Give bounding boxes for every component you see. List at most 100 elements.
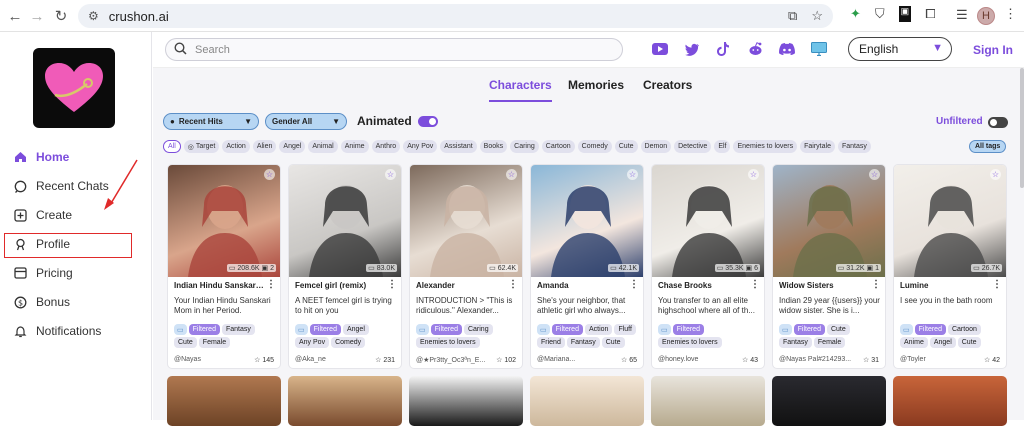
character-tag[interactable]: Cute: [174, 337, 197, 348]
search-input[interactable]: Search: [165, 38, 623, 61]
favorite-star-icon[interactable]: ☆: [748, 169, 759, 180]
sign-in-button[interactable]: Sign In: [973, 43, 1013, 57]
character-tag[interactable]: Fantasy: [566, 337, 600, 348]
tab-memories[interactable]: Memories: [568, 78, 624, 92]
filtered-badge[interactable]: Filtered: [430, 324, 462, 335]
character-card-image[interactable]: [893, 376, 1007, 426]
character-tag[interactable]: Anime: [900, 337, 928, 348]
more-options-icon[interactable]: ⋮: [750, 279, 760, 290]
tag-filter[interactable]: Detective: [674, 140, 712, 153]
character-tag[interactable]: Female: [198, 337, 231, 348]
address-bar[interactable]: ⚙ crushon.ai ⧉ ☆: [78, 4, 833, 28]
character-card[interactable]: ☆ ▭ 31.2K ▣ 1 Widow Sisters ⋮ Indian 29 year…: [772, 164, 886, 369]
tag-filter[interactable]: Anime: [340, 140, 369, 153]
tag-filter[interactable]: Cute: [614, 140, 638, 153]
tag-filter[interactable]: Caring: [510, 140, 539, 153]
reddit-icon[interactable]: [746, 40, 764, 58]
character-tag[interactable]: Cute: [957, 337, 981, 348]
tag-filter[interactable]: Comedy: [577, 140, 612, 153]
character-image[interactable]: [531, 165, 643, 277]
install-app-icon[interactable]: ⧉: [788, 8, 797, 24]
filtered-badge[interactable]: Filtered: [551, 324, 583, 335]
desktop-app-icon[interactable]: [810, 40, 828, 58]
extension-sparkle-icon[interactable]: ✦: [850, 6, 861, 22]
filtered-badge[interactable]: Filtered: [309, 324, 341, 335]
favorite-star-icon[interactable]: ☆: [385, 169, 396, 180]
more-options-icon[interactable]: ⋮: [508, 279, 518, 290]
favorite-star-icon[interactable]: ☆: [627, 169, 638, 180]
more-options-icon[interactable]: ⋮: [266, 279, 276, 290]
filtered-badge[interactable]: Filtered: [672, 324, 704, 335]
author-link[interactable]: @Nayas Pal#214293...: [779, 356, 851, 363]
tag-filter[interactable]: Animal: [308, 140, 338, 153]
tag-filter[interactable]: ◎ Target: [183, 140, 220, 153]
character-image[interactable]: [652, 165, 764, 277]
tab-characters[interactable]: Characters: [489, 78, 552, 102]
discord-icon[interactable]: [778, 40, 796, 58]
tag-filter[interactable]: Any Pov: [403, 140, 438, 153]
more-options-icon[interactable]: ⋮: [992, 279, 1002, 290]
character-image[interactable]: [168, 165, 280, 277]
youtube-icon[interactable]: [651, 40, 669, 58]
character-tag[interactable]: Angel: [929, 337, 956, 348]
character-image[interactable]: [410, 165, 522, 277]
author-link[interactable]: @Aka_ne: [295, 356, 326, 363]
character-card-image[interactable]: [167, 376, 281, 426]
character-card[interactable]: ☆ ▭ 35.3K ▣ 6 Chase Brooks ⋮ You transfer to…: [651, 164, 765, 369]
profile-avatar[interactable]: H: [977, 7, 995, 25]
tag-filter[interactable]: All: [163, 140, 181, 153]
bookmark-star-icon[interactable]: ☆: [811, 8, 823, 24]
tag-filter[interactable]: Demon: [640, 140, 672, 153]
character-tag[interactable]: Cartoon: [947, 324, 981, 335]
favorite-star-icon[interactable]: ☆: [869, 169, 880, 180]
character-tag[interactable]: Any Pov: [295, 337, 330, 348]
more-options-icon[interactable]: ⋮: [629, 279, 639, 290]
character-card[interactable]: ☆ ▭ 42.1K Amanda ⋮ She's your neighbor, that…: [530, 164, 644, 369]
character-card[interactable]: ☆ ▭ 83.0K Femcel girl (remix) ⋮ A NEET femce…: [288, 164, 402, 369]
character-tag[interactable]: Action: [584, 324, 613, 335]
favorite-star-icon[interactable]: ☆: [506, 169, 517, 180]
sort-select[interactable]: ● Recent Hits ▼: [163, 112, 259, 130]
character-card-image[interactable]: [409, 376, 523, 426]
character-card-image[interactable]: [651, 376, 765, 426]
author-link[interactable]: @Mariana...: [537, 356, 575, 363]
animated-toggle[interactable]: [417, 115, 438, 127]
character-image[interactable]: [289, 165, 401, 277]
favorite-star-icon[interactable]: ☆: [990, 169, 1001, 180]
character-card-image[interactable]: [530, 376, 644, 426]
author-link[interactable]: @Nayas: [174, 356, 201, 363]
tag-filter[interactable]: Books: [479, 140, 508, 153]
gender-select[interactable]: Gender All ▼: [265, 112, 347, 130]
unfiltered-toggle[interactable]: [988, 117, 1008, 128]
character-tag[interactable]: Friend: [537, 337, 565, 348]
character-tag[interactable]: Enemies to lovers: [416, 337, 480, 348]
character-image[interactable]: [773, 165, 885, 277]
tiktok-icon[interactable]: [714, 40, 732, 58]
tab-creators[interactable]: Creators: [643, 78, 692, 92]
tag-filter[interactable]: Elf: [714, 140, 731, 153]
filtered-badge[interactable]: Filtered: [793, 324, 825, 335]
character-image[interactable]: [894, 165, 1006, 277]
character-card[interactable]: ☆ ▭ 62.4K Alexander ⋮ INTRODUCTION > "This i…: [409, 164, 523, 369]
favorite-star-icon[interactable]: ☆: [264, 169, 275, 180]
tag-filter[interactable]: Assistant: [440, 140, 477, 153]
character-tag[interactable]: Caring: [463, 324, 493, 335]
author-link[interactable]: @★Pr3tty_Oc3ªn_E...: [416, 356, 485, 364]
character-tag[interactable]: Cute: [601, 337, 625, 348]
character-card-image[interactable]: [772, 376, 886, 426]
extension-box-icon[interactable]: ▣: [898, 6, 912, 22]
character-tag[interactable]: Fantasy: [779, 337, 812, 348]
filtered-badge[interactable]: Filtered: [188, 324, 220, 335]
tag-filter[interactable]: Cartoon: [541, 140, 575, 153]
character-card[interactable]: ☆ ▭ 208.6K ▣ 2 Indian Hindu Sanskari ... ⋮ Y…: [167, 164, 281, 369]
filtered-badge[interactable]: Filtered: [914, 324, 946, 335]
character-tag[interactable]: Fantasy: [221, 324, 255, 335]
character-tag[interactable]: Angel: [342, 324, 369, 335]
twitter-icon[interactable]: [683, 40, 701, 58]
tag-filter[interactable]: Enemies to lovers: [733, 140, 798, 153]
tag-filter[interactable]: Alien: [252, 140, 277, 153]
reading-list-icon[interactable]: ☰: [956, 7, 968, 23]
character-tag[interactable]: Fluff: [614, 324, 636, 335]
language-select[interactable]: English ▼: [848, 37, 952, 61]
tag-filter[interactable]: Anthro: [371, 140, 401, 153]
